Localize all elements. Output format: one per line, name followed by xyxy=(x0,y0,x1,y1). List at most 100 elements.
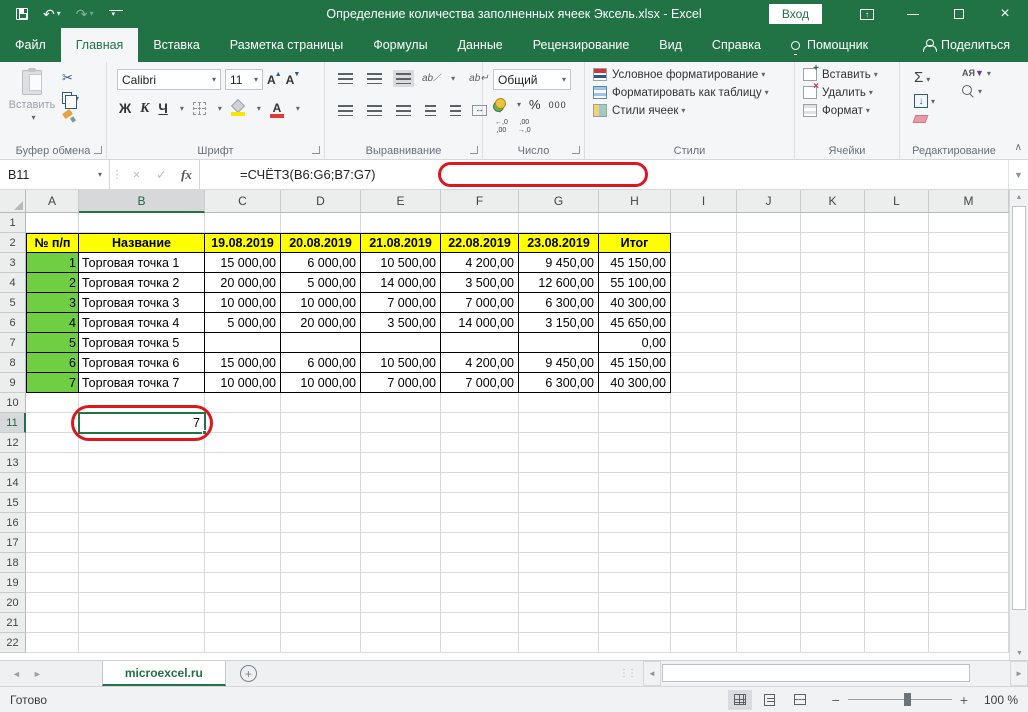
cell-A22[interactable] xyxy=(26,633,79,653)
cell-K11[interactable] xyxy=(801,413,865,433)
cell-J14[interactable] xyxy=(737,473,801,493)
cell-G21[interactable] xyxy=(519,613,599,633)
cell-I17[interactable] xyxy=(671,533,737,553)
cell-K8[interactable] xyxy=(801,353,865,373)
underline-button[interactable]: Ч xyxy=(158,101,168,116)
cell-G12[interactable] xyxy=(519,433,599,453)
cell-E6[interactable]: 3 500,00 xyxy=(361,313,441,333)
cell-J22[interactable] xyxy=(737,633,801,653)
cell-E10[interactable] xyxy=(361,393,441,413)
cell-F5[interactable]: 7 000,00 xyxy=(441,293,519,313)
cell-F11[interactable] xyxy=(441,413,519,433)
row-header-3[interactable]: 3 xyxy=(0,253,26,273)
cell-F15[interactable] xyxy=(441,493,519,513)
cell-B2[interactable]: Название xyxy=(79,233,205,253)
cell-I19[interactable] xyxy=(671,573,737,593)
cell-D22[interactable] xyxy=(281,633,361,653)
insert-cells-button[interactable]: Вставить▾ xyxy=(803,68,878,81)
cell-E8[interactable]: 10 500,00 xyxy=(361,353,441,373)
column-header-E[interactable]: E xyxy=(361,190,441,213)
cell-C11[interactable] xyxy=(205,413,281,433)
cell-D8[interactable]: 6 000,00 xyxy=(281,353,361,373)
cell-M2[interactable] xyxy=(929,233,1009,253)
cell-C3[interactable]: 15 000,00 xyxy=(205,253,281,273)
cell-J20[interactable] xyxy=(737,593,801,613)
cell-J13[interactable] xyxy=(737,453,801,473)
cell-C17[interactable] xyxy=(205,533,281,553)
prev-sheet-icon[interactable]: ◄ xyxy=(12,669,21,679)
cell-E18[interactable] xyxy=(361,553,441,573)
horizontal-scrollbar[interactable]: ◄ ► xyxy=(643,661,1028,686)
cell-K4[interactable] xyxy=(801,273,865,293)
percent-style-icon[interactable]: % xyxy=(529,97,541,112)
align-bottom-icon[interactable] xyxy=(393,70,414,87)
cell-I6[interactable] xyxy=(671,313,737,333)
cell-M18[interactable] xyxy=(929,553,1009,573)
cell-M14[interactable] xyxy=(929,473,1009,493)
cell-K19[interactable] xyxy=(801,573,865,593)
cell-D16[interactable] xyxy=(281,513,361,533)
cell-D19[interactable] xyxy=(281,573,361,593)
cell-B8[interactable]: Торговая точка 6 xyxy=(79,353,205,373)
redo-icon[interactable]: ↷▾ xyxy=(76,7,94,21)
cell-G7[interactable] xyxy=(519,333,599,353)
cell-C15[interactable] xyxy=(205,493,281,513)
expand-formula-bar-icon[interactable]: ▼ xyxy=(1008,160,1028,189)
cell-A6[interactable]: 4 xyxy=(26,313,79,333)
cell-J15[interactable] xyxy=(737,493,801,513)
row-header-20[interactable]: 20 xyxy=(0,593,26,613)
decrease-indent-icon[interactable] xyxy=(422,102,439,119)
cell-B18[interactable] xyxy=(79,553,205,573)
cell-H13[interactable] xyxy=(599,453,671,473)
cell-E7[interactable] xyxy=(361,333,441,353)
cell-L12[interactable] xyxy=(865,433,929,453)
cell-K16[interactable] xyxy=(801,513,865,533)
cell-A7[interactable]: 5 xyxy=(26,333,79,353)
cell-J11[interactable] xyxy=(737,413,801,433)
row-header-17[interactable]: 17 xyxy=(0,533,26,553)
cell-M16[interactable] xyxy=(929,513,1009,533)
conditional-formatting-button[interactable]: Условное форматирование▾ xyxy=(593,68,769,81)
cell-K20[interactable] xyxy=(801,593,865,613)
row-header-7[interactable]: 7 xyxy=(0,333,26,353)
row-header-16[interactable]: 16 xyxy=(0,513,26,533)
collapse-ribbon-icon[interactable]: ∧ xyxy=(1015,142,1022,153)
cell-E16[interactable] xyxy=(361,513,441,533)
scroll-right-icon[interactable]: ► xyxy=(1010,661,1028,686)
cell-M21[interactable] xyxy=(929,613,1009,633)
cell-G8[interactable]: 9 450,00 xyxy=(519,353,599,373)
cell-A5[interactable]: 3 xyxy=(26,293,79,313)
grow-font-icon[interactable]: А▲ xyxy=(267,73,282,87)
cell-D21[interactable] xyxy=(281,613,361,633)
cell-K17[interactable] xyxy=(801,533,865,553)
cell-H4[interactable]: 55 100,00 xyxy=(599,273,671,293)
scroll-up-icon[interactable]: ▲ xyxy=(1010,190,1028,204)
cell-B3[interactable]: Торговая точка 1 xyxy=(79,253,205,273)
alignment-dialog-launcher-icon[interactable] xyxy=(470,146,478,154)
cell-E15[interactable] xyxy=(361,493,441,513)
cell-L10[interactable] xyxy=(865,393,929,413)
cell-M12[interactable] xyxy=(929,433,1009,453)
cell-C22[interactable] xyxy=(205,633,281,653)
cell-C16[interactable] xyxy=(205,513,281,533)
row-header-10[interactable]: 10 xyxy=(0,393,26,413)
cell-I21[interactable] xyxy=(671,613,737,633)
cell-G11[interactable] xyxy=(519,413,599,433)
cell-F21[interactable] xyxy=(441,613,519,633)
cell-G9[interactable]: 6 300,00 xyxy=(519,373,599,393)
row-header-18[interactable]: 18 xyxy=(0,553,26,573)
paste-button[interactable]: Вставить▾ xyxy=(8,70,56,123)
cell-A11[interactable] xyxy=(26,413,79,433)
cell-G2[interactable]: 23.08.2019 xyxy=(519,233,599,253)
cell-C4[interactable]: 20 000,00 xyxy=(205,273,281,293)
fill-color-icon[interactable] xyxy=(231,101,245,115)
row-header-1[interactable]: 1 xyxy=(0,213,26,233)
zoom-in-icon[interactable]: + xyxy=(960,692,968,708)
cell-L7[interactable] xyxy=(865,333,929,353)
cell-J6[interactable] xyxy=(737,313,801,333)
cell-A2[interactable]: № п/п xyxy=(26,233,79,253)
italic-button[interactable]: К xyxy=(140,100,149,116)
cell-L3[interactable] xyxy=(865,253,929,273)
cell-B17[interactable] xyxy=(79,533,205,553)
cell-I3[interactable] xyxy=(671,253,737,273)
